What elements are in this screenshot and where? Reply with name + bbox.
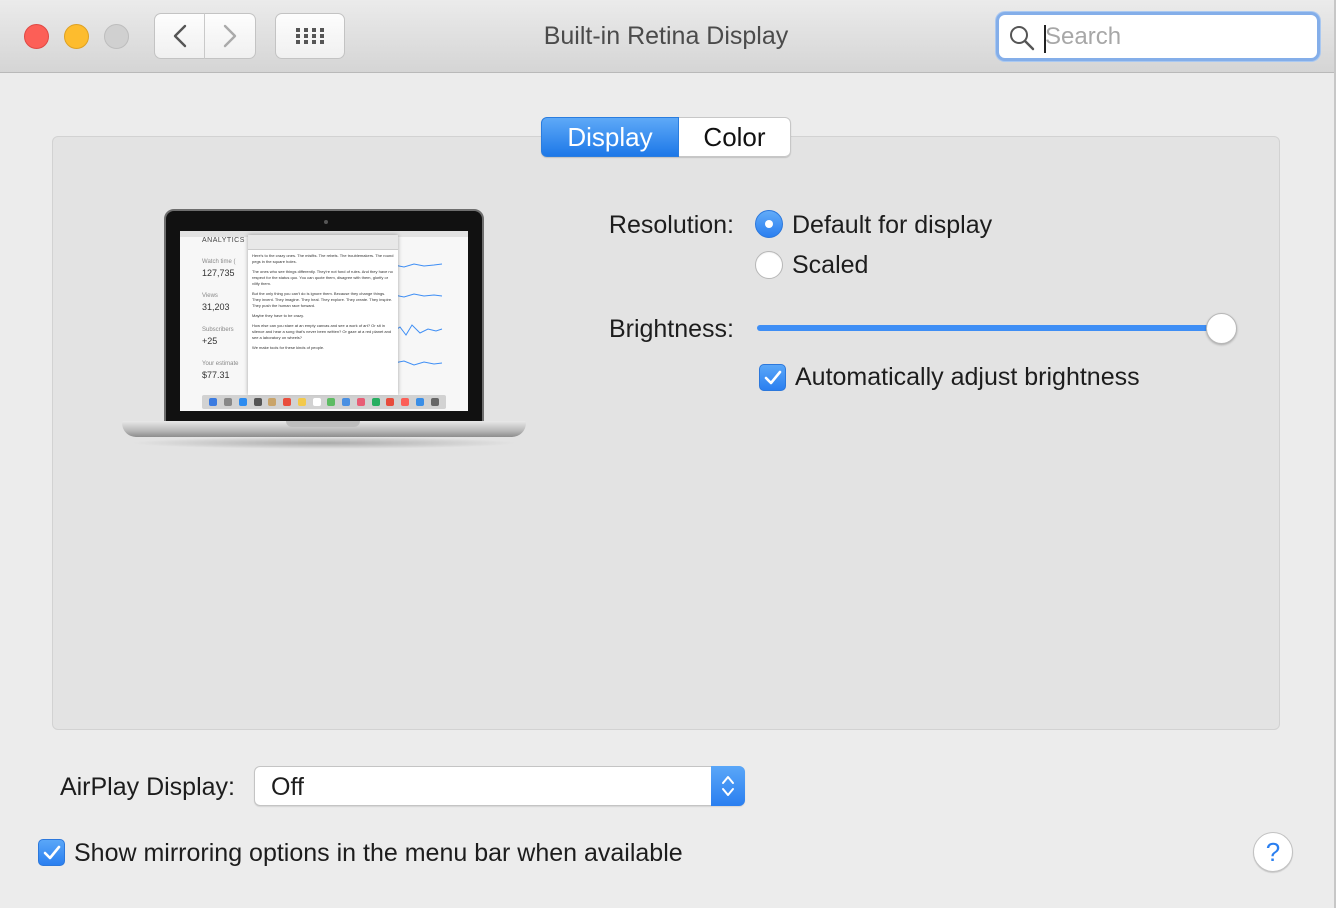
auto-brightness-checkbox[interactable] [759, 364, 786, 391]
option-scaled-label[interactable]: Scaled [792, 251, 868, 280]
preview-stat-label: Subscribers [202, 327, 234, 333]
preview-paragraph: How else can you stare at an empty canva… [252, 323, 392, 340]
airplay-display-label: AirPlay Display: [59, 773, 235, 801]
preview-paragraph: Here's to the crazy ones. The misfits. T… [252, 253, 394, 264]
preview-stat-value: 31,203 [202, 302, 230, 312]
minimize-window-button[interactable] [64, 24, 89, 49]
preview-stat-label: Your estimate [202, 361, 239, 367]
popup-arrows [711, 766, 745, 806]
preview-heading: ANALYTICS [202, 237, 245, 244]
laptop-lid: ANALYTICS Watch time ( 127,735 Views 31,… [164, 209, 484, 423]
help-button[interactable]: ? [1253, 832, 1293, 872]
preview-document: Here's to the crazy ones. The misfits. T… [248, 235, 398, 395]
laptop-notch [286, 421, 360, 427]
show-mirroring-checkbox[interactable] [38, 839, 65, 866]
forward-button[interactable] [205, 13, 256, 59]
airplay-display-select[interactable]: Off [254, 766, 745, 806]
laptop-screen: ANALYTICS Watch time ( 127,735 Views 31,… [180, 231, 468, 411]
search-input[interactable] [1045, 21, 1305, 53]
close-window-button[interactable] [24, 24, 49, 49]
preview-dock [202, 395, 446, 409]
preview-stat-label: Watch time ( [202, 259, 236, 265]
up-down-chevron-icon [722, 776, 734, 796]
search-field[interactable] [996, 12, 1320, 61]
navigation-buttons [154, 13, 257, 59]
checkmark-icon [43, 845, 60, 859]
magnifier-icon [1010, 26, 1035, 51]
preview-paragraph: We make tools for these kinds of people. [252, 345, 325, 350]
question-mark-icon: ? [1265, 836, 1281, 867]
tab-display[interactable]: Display [541, 117, 679, 157]
show-all-grid-icon [296, 28, 324, 44]
title-bar: Built-in Retina Display [0, 0, 1336, 73]
show-all-button[interactable] [275, 13, 345, 59]
preview-paragraph: Maybe they have to be crazy. [252, 313, 304, 318]
preview-stat-value: 127,735 [202, 268, 235, 278]
window-title: Built-in Retina Display [543, 22, 789, 50]
brightness-slider-track[interactable] [757, 325, 1223, 331]
checkmark-icon [764, 370, 781, 384]
radio-scaled[interactable] [755, 251, 783, 279]
preview-paragraph: The ones who see things differently. The… [252, 269, 393, 286]
brightness-label: Brightness: [608, 315, 734, 343]
radio-default-for-display[interactable] [755, 210, 783, 238]
auto-brightness-label[interactable]: Automatically adjust brightness [795, 363, 1140, 392]
chevron-right-icon [223, 24, 237, 48]
preview-stat-value: $77.31 [202, 370, 230, 380]
camera-dot [324, 220, 328, 224]
preview-stat-value: +25 [202, 336, 218, 346]
option-default-for-display-label[interactable]: Default for display [792, 211, 992, 240]
resolution-label: Resolution: [608, 211, 734, 239]
chevron-left-icon [173, 24, 186, 48]
laptop-shadow [130, 437, 518, 449]
segmented-tabs: Display Color [541, 117, 791, 157]
show-mirroring-label[interactable]: Show mirroring options in the menu bar w… [74, 839, 683, 868]
airplay-display-value: Off [271, 773, 304, 801]
preview-document-toolbar [248, 235, 398, 250]
preview-paragraph: But the only thing you can't do is ignor… [252, 291, 393, 308]
preview-sparklines [394, 263, 443, 366]
zoom-window-button[interactable] [104, 24, 129, 49]
display-preview-image: ANALYTICS Watch time ( 127,735 Views 31,… [120, 209, 526, 459]
back-button[interactable] [154, 13, 205, 59]
brightness-slider-thumb[interactable] [1206, 313, 1237, 344]
preview-stat-label: Views [202, 293, 218, 299]
tab-color[interactable]: Color [679, 117, 791, 157]
